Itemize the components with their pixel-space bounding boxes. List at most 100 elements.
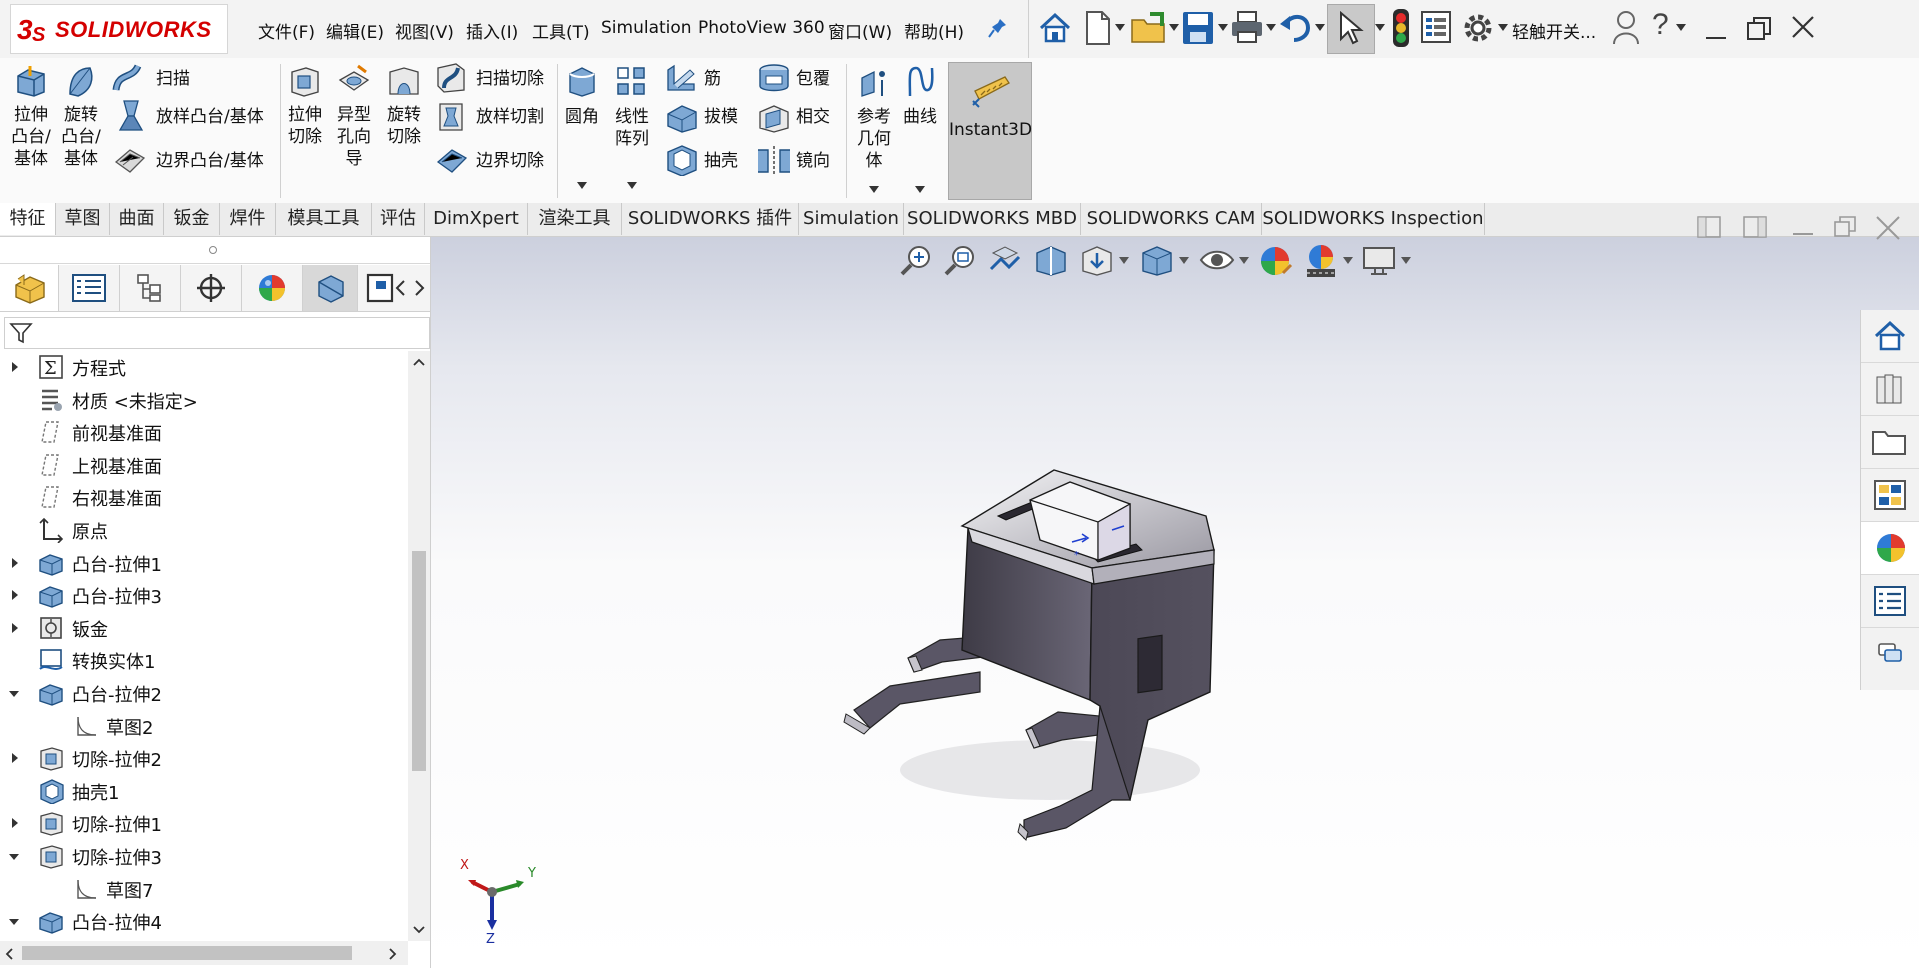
undo-icon[interactable]: [1278, 10, 1314, 44]
tree-item[interactable]: 切除-拉伸3: [0, 840, 405, 872]
user-account-icon[interactable]: [1612, 10, 1640, 46]
pin-icon[interactable]: [988, 17, 1008, 39]
print-dropdown-icon[interactable]: [1266, 24, 1276, 32]
more-manager-tab[interactable]: [358, 265, 398, 311]
select-tool-button[interactable]: [1327, 4, 1375, 54]
wrap-button[interactable]: 包覆: [756, 60, 846, 96]
tree-item[interactable]: 原点: [0, 514, 405, 546]
expand-arrow-icon[interactable]: [10, 557, 20, 569]
tree-item[interactable]: 右视基准面: [0, 481, 405, 513]
task-pane-appearances-tab[interactable]: [1861, 522, 1919, 575]
menu-view[interactable]: 视图(V): [395, 18, 454, 43]
loft-cut-button[interactable]: 放样切割: [432, 98, 562, 134]
expand-arrow-icon[interactable]: [10, 817, 20, 829]
sweep-cut-button[interactable]: 扫描切除: [432, 60, 562, 96]
expand-arrow-icon[interactable]: [10, 361, 20, 373]
camview-tab[interactable]: [303, 265, 358, 311]
scroll-left-icon[interactable]: [4, 947, 14, 961]
tile-left-icon[interactable]: [1696, 214, 1722, 240]
doc-minimize-icon[interactable]: [1790, 214, 1816, 240]
display-style-icon[interactable]: [1139, 243, 1175, 277]
tree-item[interactable]: 凸台-拉伸3: [0, 579, 405, 611]
tree-vertical-scrollbar[interactable]: [408, 351, 430, 941]
tab-solidworks-mbd[interactable]: SOLIDWORKS MBD: [904, 203, 1081, 235]
options-dropdown-icon[interactable]: [1498, 24, 1508, 32]
menu-simulation[interactable]: Simulation: [601, 18, 692, 38]
collapse-arrow-icon[interactable]: [8, 852, 20, 862]
menu-photoview[interactable]: PhotoView 360: [698, 18, 825, 38]
expand-arrow-icon[interactable]: [10, 622, 20, 634]
tree-item[interactable]: 凸台-拉伸4: [0, 905, 405, 937]
restore-window-icon[interactable]: [1746, 16, 1772, 42]
rib-button[interactable]: 筋: [662, 60, 742, 96]
tree-item[interactable]: 钣金: [0, 612, 405, 644]
tree-item[interactable]: 材质 <未指定>: [0, 384, 405, 416]
tree-horizontal-scrollbar[interactable]: [0, 941, 408, 965]
sweep-button[interactable]: 扫描: [110, 60, 280, 96]
options-gear-icon[interactable]: [1460, 10, 1496, 46]
refgeo-dropdown-icon[interactable]: [869, 186, 879, 193]
shell-button[interactable]: 抽壳: [662, 142, 742, 178]
scroll-right-icon[interactable]: [388, 947, 398, 961]
task-pane-view-palette-tab[interactable]: [1861, 469, 1919, 522]
view-settings-monitor-icon[interactable]: [1361, 245, 1397, 277]
tile-right-icon[interactable]: [1742, 214, 1768, 240]
expand-arrow-icon[interactable]: [10, 752, 20, 764]
hscroll-thumb[interactable]: [22, 946, 352, 960]
view-settings-dropdown-icon[interactable]: [1401, 257, 1411, 264]
tab-surfaces[interactable]: 曲面: [110, 203, 164, 235]
tabs-scroll-right-icon[interactable]: [412, 279, 426, 297]
loft-boss-button[interactable]: 放样凸台/基体: [110, 98, 280, 134]
previous-view-icon[interactable]: [987, 243, 1023, 277]
task-pane-resources-tab[interactable]: [1861, 310, 1919, 363]
collapse-arrow-icon[interactable]: [8, 689, 20, 699]
intersect-button[interactable]: 相交: [756, 98, 846, 134]
tree-item[interactable]: 前视基准面: [0, 416, 405, 448]
scene-dropdown-icon[interactable]: [1343, 257, 1353, 264]
task-pane-file-explorer-tab[interactable]: [1861, 416, 1919, 469]
menu-tools[interactable]: 工具(T): [532, 18, 590, 43]
tabs-scroll-left-icon[interactable]: [394, 279, 408, 297]
task-pane-forum-tab[interactable]: [1861, 628, 1919, 680]
instant3d-button[interactable]: Instant3D: [948, 62, 1032, 200]
tab-features[interactable]: 特征: [0, 203, 56, 235]
extrude-cut-button[interactable]: 拉伸 切除: [284, 60, 326, 190]
revolve-boss-button[interactable]: 旋转 凸台/ 基体: [58, 60, 104, 190]
tab-mold-tools[interactable]: 模具工具: [276, 203, 372, 235]
solidworks-logo[interactable]: 3 S SOLIDWORKS: [10, 4, 228, 54]
boundary-boss-button[interactable]: 边界凸台/基体: [110, 142, 280, 178]
display-style-dropdown-icon[interactable]: [1179, 257, 1189, 264]
section-view-toolbar-icon[interactable]: [1033, 243, 1069, 277]
menu-insert[interactable]: 插入(I): [466, 18, 518, 43]
zoom-to-fit-icon[interactable]: [899, 243, 933, 277]
hide-show-dropdown-icon[interactable]: [1239, 257, 1249, 264]
tab-solidworks-cam[interactable]: SOLIDWORKS CAM: [1081, 203, 1262, 235]
tree-filter-box[interactable]: [4, 317, 430, 349]
doc-restore-icon[interactable]: [1832, 214, 1858, 240]
open-dropdown-icon[interactable]: [1169, 24, 1179, 32]
tactile-switch-model[interactable]: *: [830, 460, 1290, 880]
zoom-to-area-icon[interactable]: [943, 243, 977, 277]
minimize-window-icon[interactable]: [1704, 18, 1728, 42]
hole-wizard-button[interactable]: 异型 孔向 导: [332, 60, 376, 190]
expand-arrow-icon[interactable]: [10, 589, 20, 601]
menu-file[interactable]: 文件(F): [258, 18, 315, 43]
tree-item[interactable]: (-) 草图8: [0, 938, 405, 939]
boundary-cut-button[interactable]: 边界切除: [432, 142, 562, 178]
menu-help[interactable]: 帮助(H): [904, 18, 964, 43]
help-icon[interactable]: ?: [1652, 8, 1669, 42]
tab-solidworks-addins[interactable]: SOLIDWORKS 插件: [622, 203, 799, 235]
menu-edit[interactable]: 编辑(E): [326, 18, 384, 43]
scroll-up-icon[interactable]: [412, 357, 426, 367]
tab-solidworks-inspection[interactable]: SOLIDWORKS Inspection: [1262, 203, 1485, 235]
tree-item[interactable]: Σ 方程式: [0, 351, 405, 383]
tab-weldments[interactable]: 焊件: [220, 203, 276, 235]
select-dropdown-icon[interactable]: [1375, 24, 1385, 32]
draft-button[interactable]: 拔模: [662, 98, 742, 134]
print-icon[interactable]: [1230, 10, 1264, 44]
dimxpertmanager-tab[interactable]: [181, 265, 242, 311]
curves-dropdown-icon[interactable]: [915, 186, 925, 193]
help-dropdown-icon[interactable]: [1676, 24, 1686, 32]
tab-simulation[interactable]: Simulation: [799, 203, 904, 235]
home-icon[interactable]: [1038, 12, 1072, 44]
